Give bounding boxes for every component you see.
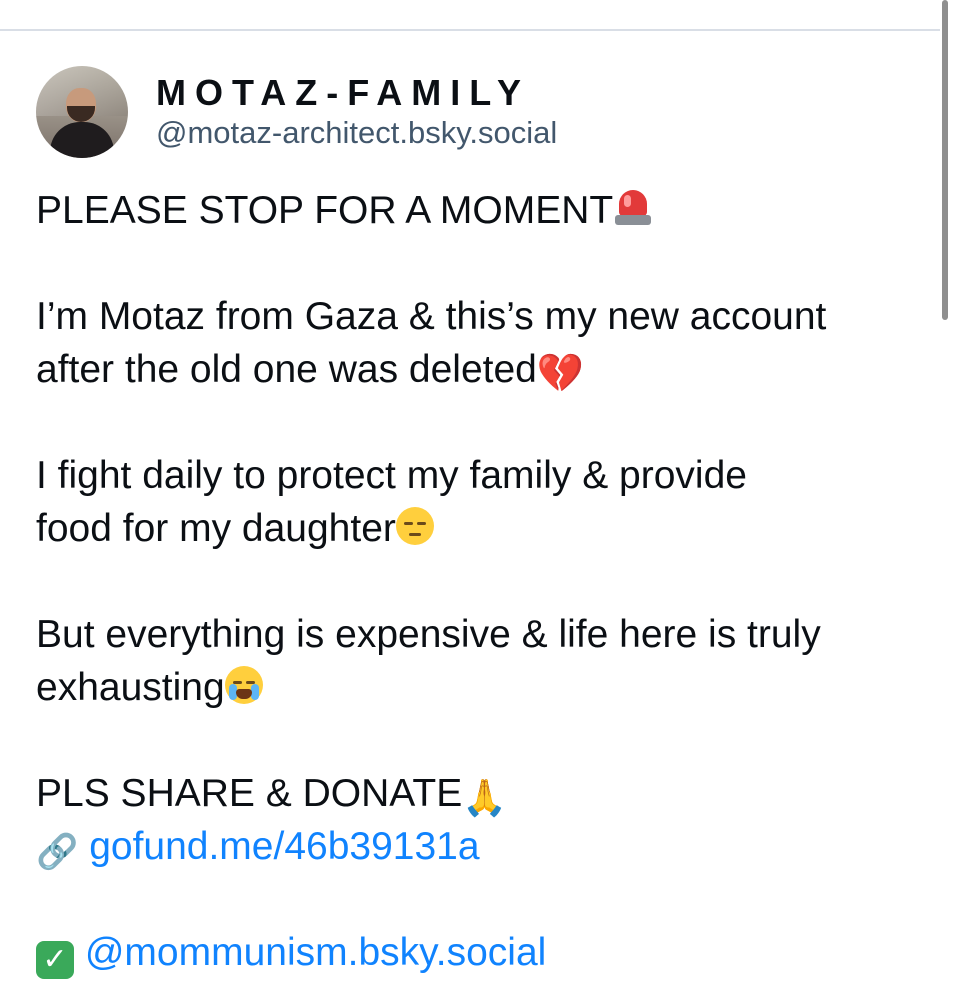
broken-heart-icon: 💔	[536, 353, 585, 395]
donation-link[interactable]: gofund.me/46b39131a	[89, 825, 479, 868]
avatar-body	[50, 122, 114, 158]
rotating-light-icon	[613, 187, 653, 227]
paragraph-text: after the old one was deleted	[36, 348, 537, 391]
author-handle[interactable]: @motaz-architect.bsky.social	[156, 113, 557, 153]
scrollbar[interactable]	[942, 0, 948, 320]
paragraph-6: ✓ @mommunism.bsky.social	[36, 926, 916, 979]
paragraph-line: I’m Motaz from Gaza & this’s my new acco…	[36, 295, 827, 338]
paragraph-line: I fight daily to protect my family & pro…	[36, 454, 747, 497]
post-text: PLEASE STOP FOR A MOMENT I’m Motaz from …	[36, 184, 916, 979]
paragraph-line: exhausting	[36, 661, 916, 714]
check-mark-icon: ✓	[36, 941, 74, 979]
link-icon: 🔗	[36, 833, 79, 871]
paragraph-1: PLEASE STOP FOR A MOMENT	[36, 184, 916, 237]
paragraph-line: 🔗 gofund.me/46b39131a	[36, 820, 916, 873]
post-header: MOTAZ-FAMILY @motaz-architect.bsky.socia…	[36, 66, 916, 158]
display-name[interactable]: MOTAZ-FAMILY	[156, 71, 557, 115]
folded-hands-icon: 🙏	[462, 777, 508, 818]
loudly-crying-face-icon	[224, 666, 263, 704]
paragraph-4: But everything is expensive & life here …	[36, 608, 916, 714]
avatar-beard	[67, 106, 95, 122]
paragraph-5: PLS SHARE & DONATE🙏 🔗 gofund.me/46b39131…	[36, 767, 916, 873]
paragraph-line: food for my daughter	[36, 502, 916, 555]
paragraph-line: after the old one was deleted💔	[36, 343, 916, 396]
pensive-face-icon	[395, 507, 434, 545]
paragraph-text: exhausting	[36, 666, 225, 709]
post[interactable]: MOTAZ-FAMILY @motaz-architect.bsky.socia…	[36, 66, 916, 979]
paragraph-line: But everything is expensive & life here …	[36, 613, 821, 656]
paragraph-text: food for my daughter	[36, 507, 396, 550]
paragraph-line: PLS SHARE & DONATE🙏	[36, 767, 916, 820]
author-names: MOTAZ-FAMILY @motaz-architect.bsky.socia…	[156, 71, 557, 153]
paragraph-3: I fight daily to protect my family & pro…	[36, 449, 916, 555]
top-divider	[0, 29, 940, 31]
mention-link[interactable]: @mommunism.bsky.social	[85, 931, 546, 974]
paragraph-text: PLS SHARE & DONATE	[36, 772, 463, 815]
paragraph-2: I’m Motaz from Gaza & this’s my new acco…	[36, 290, 916, 396]
paragraph-text: PLEASE STOP FOR A MOMENT	[36, 189, 614, 232]
avatar[interactable]	[36, 66, 128, 158]
